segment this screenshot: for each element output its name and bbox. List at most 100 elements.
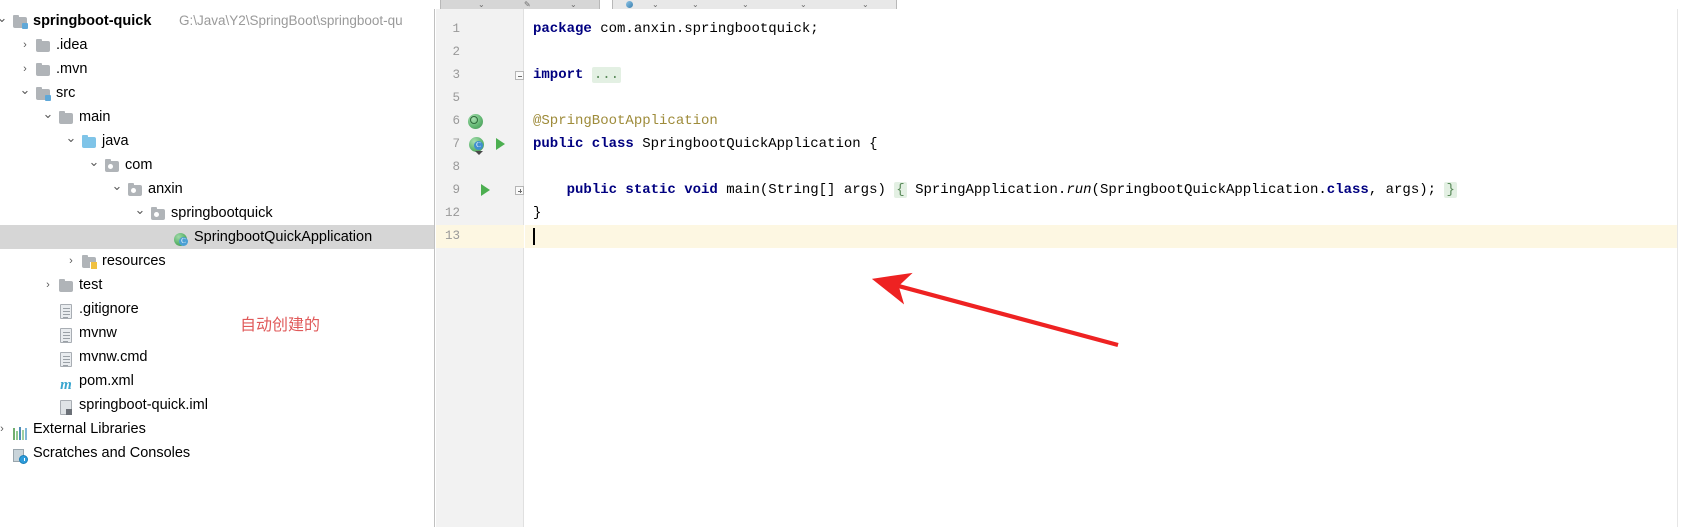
code-line[interactable]: } — [525, 202, 1689, 225]
tree-item-external-libraries[interactable]: › External Libraries — [0, 417, 434, 441]
tree-item-label: pom.xml — [79, 373, 134, 389]
gutter-line[interactable]: 12 — [436, 202, 524, 225]
fold-plus[interactable] — [515, 186, 524, 195]
gutter-line[interactable]: 5 — [436, 87, 524, 110]
gutter-line[interactable]: 7C — [436, 133, 524, 156]
code-line[interactable] — [525, 225, 1689, 248]
code-token: SpringApplication. — [906, 182, 1067, 198]
run-arrow-icon[interactable] — [481, 184, 490, 196]
chevron-right-icon[interactable]: › — [0, 417, 9, 441]
tree-item-label: springboot-quick.iml — [79, 397, 208, 413]
tree-item-src[interactable]: ⌄ src — [0, 81, 434, 105]
chevron-down-icon[interactable]: ⌄ — [18, 78, 32, 102]
tree-item-mvn[interactable]: › .mvn — [0, 57, 434, 81]
code-line[interactable]: public class SpringbootQuickApplication … — [525, 133, 1689, 156]
tab-strip-icon-4: ⌄ — [652, 0, 659, 9]
package-icon — [127, 181, 143, 197]
chevron-right-icon[interactable]: › — [18, 33, 32, 57]
tree-item-label: SpringbootQuickApplication — [194, 229, 373, 245]
folder-icon — [58, 277, 74, 293]
gutter-line[interactable]: 1 — [436, 18, 524, 41]
tree-item-scratches-and-consoles[interactable]: Scratches and Consoles — [0, 441, 434, 465]
gutter-line[interactable]: 2 — [436, 41, 524, 64]
project-tool-window[interactable]: ⌄ springboot-quick G:\Java\Y2\SpringBoot\s… — [0, 9, 435, 527]
code-token: package — [533, 21, 592, 37]
code-line[interactable] — [525, 156, 1689, 179]
tree-item-springbootquickapplication[interactable]: C SpringbootQuickApplication — [0, 225, 434, 249]
tree-item-label: anxin — [148, 181, 183, 197]
spring-bean-icon[interactable] — [468, 114, 483, 129]
tree-item-pom-xml[interactable]: m pom.xml — [0, 369, 434, 393]
code-line[interactable]: import ... — [525, 64, 1689, 87]
editor-code-area[interactable]: package com.anxin.springbootquick; import… — [525, 9, 1689, 527]
tab-strip-icon-3: ⌄ — [570, 0, 577, 9]
folder-icon — [35, 37, 51, 53]
line-number: 12 — [444, 206, 460, 220]
line-number: 6 — [452, 114, 460, 128]
file-icon — [58, 325, 74, 343]
code-line[interactable]: public static void main(String[] args) {… — [525, 179, 1689, 202]
tree-item-springbootquick[interactable]: ⌄ springbootquick — [0, 201, 434, 225]
code-token: (SpringbootQuickApplication. — [1091, 182, 1327, 198]
chevron-down-icon[interactable]: ⌄ — [64, 126, 78, 150]
tree-item-mvnw[interactable]: mvnw — [0, 321, 434, 345]
chevron-right-icon[interactable]: › — [64, 249, 78, 273]
tree-item-anxin[interactable]: ⌄ anxin — [0, 177, 434, 201]
chevron-down-icon[interactable]: ⌄ — [0, 9, 9, 30]
line-number: 1 — [452, 22, 460, 36]
iml-module-icon — [58, 397, 74, 415]
tree-item-springboot-quick[interactable]: ⌄ springboot-quick G:\Java\Y2\SpringBoot\s… — [0, 9, 434, 33]
code-line-text: package com.anxin.springbootquick; — [533, 18, 819, 41]
editor-marker-column[interactable] — [1677, 9, 1689, 527]
chevron-down-icon[interactable]: ⌄ — [133, 198, 147, 222]
line-number: 8 — [452, 160, 460, 174]
code-line[interactable]: package com.anxin.springbootquick; — [525, 18, 1689, 41]
tree-item-mvnw-cmd[interactable]: mvnw.cmd — [0, 345, 434, 369]
tab-strip-icon-7: ⌄ — [800, 0, 807, 9]
tree-item-gitignore[interactable]: .gitignore — [0, 297, 434, 321]
tab-strip-icon-6: ⌄ — [742, 0, 749, 9]
code-token: } — [533, 205, 542, 221]
gutter-line[interactable]: 9 — [436, 179, 524, 202]
gutter-line[interactable]: 3 — [436, 64, 524, 87]
chevron-down-icon[interactable]: ⌄ — [110, 174, 124, 198]
tree-item-resources[interactable]: › resources — [0, 249, 434, 273]
tree-item-java[interactable]: ⌄ java — [0, 129, 434, 153]
code-line[interactable]: @SpringBootApplication — [525, 110, 1689, 133]
gutter-line[interactable]: 13 — [436, 225, 524, 248]
code-line[interactable] — [525, 87, 1689, 110]
tree-item-label: springbootquick — [171, 205, 273, 221]
code-line[interactable] — [525, 41, 1689, 64]
code-line-text: @SpringBootApplication — [533, 110, 718, 133]
tree-item-test[interactable]: › test — [0, 273, 434, 297]
chevron-down-icon[interactable]: ⌄ — [41, 102, 55, 126]
gutter-line[interactable]: 8 — [436, 156, 524, 179]
tab-strip-icon-2: ✎ — [524, 0, 531, 9]
annotation-text: 自动创建的 — [240, 315, 321, 334]
code-token: , args); — [1368, 182, 1445, 198]
tree-item-com[interactable]: ⌄ com — [0, 153, 434, 177]
code-line-text: public class SpringbootQuickApplication … — [533, 133, 877, 156]
tree-item-idea[interactable]: › .idea — [0, 33, 434, 57]
chevron-down-icon[interactable]: ⌄ — [87, 150, 101, 174]
tree-item-label: mvnw.cmd — [79, 349, 148, 365]
chevron-right-icon[interactable]: › — [41, 273, 55, 297]
run-arrow-icon[interactable] — [496, 138, 505, 150]
file-icon — [58, 301, 74, 319]
code-editor[interactable]: 1 2 3 5 6 7 C 8 9 12 13 package com.anxin.springbo… — [436, 9, 1689, 527]
editor-gutter[interactable]: 1 2 3 5 6 7 C 8 9 12 13 — [436, 9, 524, 527]
fold-minus[interactable] — [515, 71, 524, 80]
ide-window: ⌄ ✎ ⌄ ⌄ ⌄ ⌄ ⌄ ⌄ ⌄ springboot-quick G:\Java… — [0, 0, 1689, 527]
maven-icon: m — [60, 377, 72, 393]
code-token: class — [1326, 182, 1369, 198]
tree-item-label: Scratches and Consoles — [33, 445, 191, 461]
tree-item-springboot-quick-iml[interactable]: springboot-quick.iml — [0, 393, 434, 417]
spring-class-icon[interactable]: C — [469, 137, 484, 155]
tree-item-label: .gitignore — [79, 301, 139, 317]
tab-strip-icon-5: ⌄ — [692, 0, 699, 9]
code-token: main(String[] args) — [717, 182, 895, 198]
code-line-text: import ... — [533, 64, 622, 87]
gutter-line[interactable]: 6 — [436, 110, 524, 133]
tree-item-label: springboot-quick — [33, 13, 152, 29]
tree-item-label: mvnw — [79, 325, 117, 341]
